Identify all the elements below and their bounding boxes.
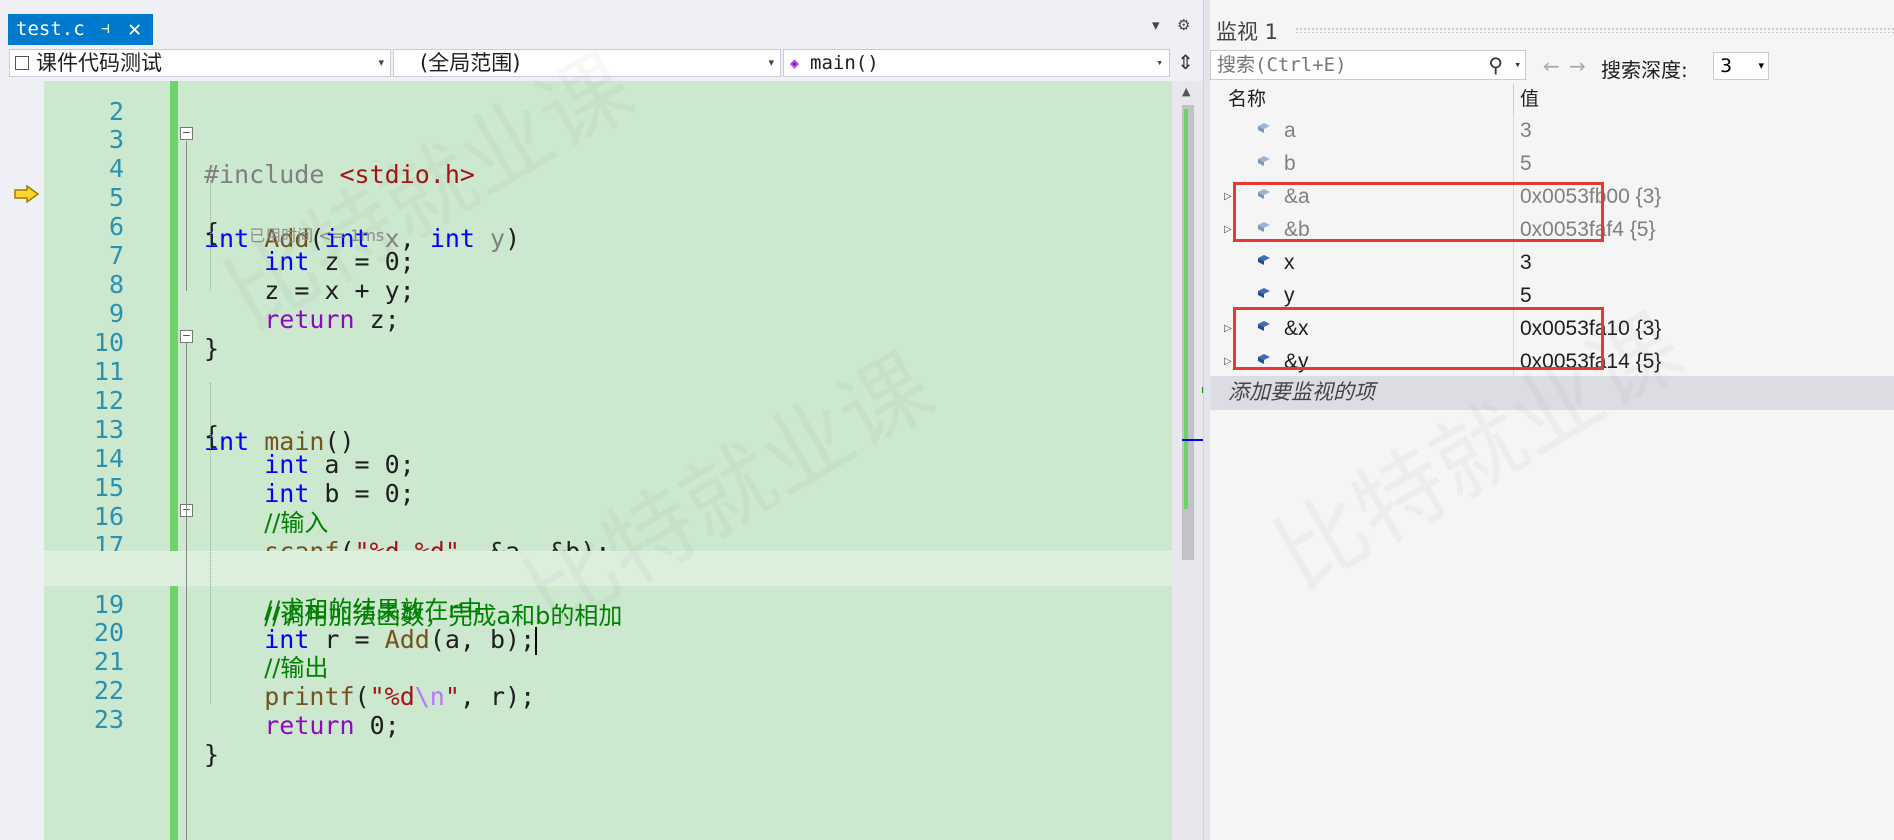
- function-dropdown[interactable]: ◈ main() ▾: [783, 49, 1170, 77]
- pin-icon[interactable]: ⊣: [101, 14, 109, 45]
- function-icon: ◈: [790, 54, 800, 72]
- watch-row[interactable]: a3: [1210, 114, 1894, 147]
- watch-name: x: [1284, 251, 1295, 274]
- scroll-up-icon[interactable]: ▲: [1182, 85, 1190, 98]
- watch-search-input[interactable]: 搜索(Ctrl+E) ⚲ ▾: [1210, 50, 1526, 80]
- fold-toggle-icon[interactable]: −: [180, 127, 193, 140]
- navigation-bar: 课件代码测试 ▾ (全局范围) ▾ ◈ main() ▾: [0, 45, 1203, 81]
- watch-row[interactable]: x3: [1210, 246, 1894, 279]
- search-depth-label: 搜索深度:: [1601, 58, 1688, 82]
- scope-label: (全局范围): [420, 51, 521, 75]
- watch-title: 监视 1: [1216, 20, 1279, 44]
- expand-arrow-icon[interactable]: ▷: [1224, 345, 1232, 378]
- code-text-area[interactable]: 2 3 #include <stdio.h> 4 − int Add(int x…: [44, 81, 1172, 840]
- add-watch-item[interactable]: 添加要监视的项: [1210, 376, 1894, 410]
- variable-icon: [1258, 255, 1270, 265]
- tab-dropdown-icon[interactable]: ▾: [1152, 16, 1160, 34]
- column-header-value[interactable]: 值: [1520, 84, 1539, 114]
- pane-splitter[interactable]: [1203, 0, 1210, 840]
- indent-guide: [210, 383, 211, 703]
- close-icon[interactable]: ✕: [128, 14, 141, 45]
- watch-row[interactable]: b5: [1210, 147, 1894, 180]
- expand-arrow-icon[interactable]: ▷: [1224, 213, 1232, 246]
- watch-value: 3: [1520, 119, 1532, 142]
- fold-region-line: [186, 141, 187, 291]
- variable-icon: [1258, 288, 1270, 298]
- document-tab-bar: test.c ⊣ ✕ ▾ ⚙: [0, 0, 1203, 45]
- expand-arrow-icon[interactable]: ▷: [1224, 312, 1232, 345]
- watch-window: 监视 1 搜索(Ctrl+E) ⚲ ▾ ← → 搜索深度: 3 ▾ 名称 值 a…: [1210, 0, 1894, 840]
- variable-icon: [1258, 156, 1270, 166]
- indent-guide: [210, 180, 211, 290]
- code-line: 23 }: [44, 667, 1172, 769]
- code-editor-pane: test.c ⊣ ✕ ▾ ⚙ 课件代码测试 ▾ (全局范围) ▾ ◈ main(…: [0, 0, 1210, 840]
- search-placeholder: 搜索(Ctrl+E): [1217, 54, 1347, 76]
- gear-icon[interactable]: ⚙: [1177, 16, 1190, 34]
- project-icon: [15, 56, 29, 70]
- highlight-box-main-addresses: [1233, 182, 1604, 242]
- split-window-icon[interactable]: ⇕: [1177, 50, 1194, 74]
- search-icon[interactable]: ⚲: [1488, 51, 1503, 79]
- scroll-change-map: [1184, 109, 1188, 509]
- tab-test-c[interactable]: test.c ⊣ ✕: [8, 14, 153, 45]
- search-back-icon[interactable]: ←: [1543, 54, 1560, 78]
- chevron-down-icon: ▾: [378, 56, 384, 69]
- column-separator[interactable]: [1513, 84, 1514, 114]
- watch-name: b: [1284, 152, 1296, 175]
- project-dropdown[interactable]: 课件代码测试 ▾: [9, 49, 391, 77]
- execution-pointer-icon: [14, 185, 40, 203]
- function-label: main(): [810, 52, 879, 74]
- chevron-down-icon: ▾: [1156, 56, 1163, 69]
- watch-name: a: [1284, 119, 1296, 142]
- column-header-name[interactable]: 名称: [1228, 84, 1266, 114]
- highlight-box-add-addresses: [1233, 307, 1604, 370]
- project-label: 课件代码测试: [36, 51, 162, 75]
- fold-toggle-icon[interactable]: −: [180, 330, 193, 343]
- watch-value: 5: [1520, 152, 1532, 175]
- search-depth-value: 3: [1720, 55, 1733, 77]
- variable-icon: [1258, 123, 1270, 133]
- fold-region-line: [186, 343, 187, 840]
- chevron-down-icon: ▾: [1758, 59, 1764, 72]
- search-forward-icon[interactable]: →: [1569, 54, 1586, 78]
- scope-dropdown[interactable]: (全局范围) ▾: [393, 49, 781, 77]
- editor-vertical-scrollbar[interactable]: ▲: [1172, 81, 1210, 840]
- grid-header: 名称 值: [1210, 84, 1894, 114]
- title-grip[interactable]: [1295, 27, 1894, 33]
- line-number: 23: [93, 705, 124, 734]
- watch-value: 3: [1520, 251, 1532, 274]
- chevron-down-icon[interactable]: ▾: [1514, 51, 1521, 79]
- search-depth-dropdown[interactable]: 3 ▾: [1713, 52, 1769, 80]
- watch-toolbar: 搜索(Ctrl+E) ⚲ ▾ ← → 搜索深度: 3 ▾: [1210, 48, 1894, 84]
- expand-arrow-icon[interactable]: ▷: [1224, 180, 1232, 213]
- tab-title: test.c: [16, 18, 85, 40]
- chevron-down-icon: ▾: [768, 56, 774, 69]
- scroll-track[interactable]: [1182, 105, 1210, 840]
